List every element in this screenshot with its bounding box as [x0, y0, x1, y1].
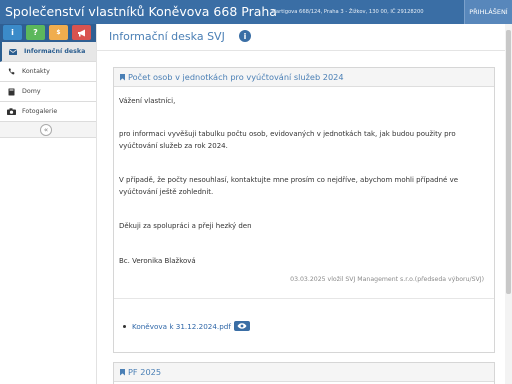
sidebar-item-informacni-deska[interactable]: Informační deska — [0, 42, 96, 62]
page-title: Informační deska SVJ — [109, 30, 225, 43]
notice-signature: Bc. Veronika Blažková — [119, 257, 196, 265]
bullet — [123, 324, 126, 328]
sidebar-collapse-bar: « — [0, 122, 96, 138]
attachment-item: Koněvova k 31.12.2024.pdf — [123, 321, 250, 331]
site-title[interactable]: Společenství vlastníků Koněvova 668 Prah… — [5, 4, 277, 19]
eye-icon[interactable] — [233, 321, 250, 331]
sidebar-item-label: Fotogalerie — [22, 108, 58, 115]
notice-header: PF 2025 — [114, 363, 494, 382]
notice-title: PF 2025 — [128, 367, 162, 377]
top-header-bar: Společenství vlastníků Koněvova 668 Prah… — [0, 0, 512, 24]
sidebar-item-label: Kontakty — [22, 68, 50, 75]
notice-greeting: Vážení vlastníci, — [119, 97, 176, 105]
notice-paragraph-line: vyúčtování služeb za rok 2024. — [119, 142, 228, 150]
bookmark-icon — [120, 368, 125, 376]
notice-paragraph-line: pro informaci vyvěšuji tabulku počtu oso… — [119, 130, 456, 138]
info-icon[interactable]: i — [239, 30, 251, 42]
sidebar: i ? $ Informační deska Kontakty Domy Fot… — [0, 24, 96, 384]
camera-icon — [6, 108, 16, 115]
sidebar-item-fotogalerie[interactable]: Fotogalerie — [0, 102, 96, 122]
notice-title: Počet osob v jednotkách pro vyúčtování s… — [128, 72, 344, 82]
login-button[interactable]: PŘIHLÁŠENÍ — [464, 0, 512, 24]
bookmark-icon — [120, 73, 125, 81]
notice-panel: PF 2025 — [113, 362, 495, 384]
notice-paragraph-line: vyúčtování ještě zohlednit. — [119, 188, 214, 196]
attachment-link[interactable]: Koněvova k 31.12.2024.pdf — [132, 322, 231, 331]
question-icon[interactable]: ? — [26, 25, 45, 40]
book-icon — [6, 88, 16, 96]
megaphone-icon[interactable] — [72, 25, 91, 40]
notice-header: Počet osob v jednotkách pro vyúčtování s… — [114, 68, 494, 87]
notice-posted-info: 03.03.2025 vložil SVJ Management s.r.o.(… — [290, 276, 484, 283]
sidebar-item-kontakty[interactable]: Kontakty — [0, 62, 96, 82]
dollar-icon[interactable]: $ — [49, 25, 68, 40]
scrollbar-thumb[interactable] — [506, 30, 511, 294]
info-icon[interactable]: i — [3, 25, 22, 40]
divider — [114, 298, 494, 299]
sidebar-item-label: Informační deska — [24, 48, 86, 55]
envelope-icon — [8, 48, 18, 55]
phone-icon — [6, 68, 16, 75]
sidebar-quick-icons: i ? $ — [0, 24, 96, 42]
notice-paragraph-line: V případě, že počty nesouhlasí, kontaktu… — [119, 176, 459, 184]
sidebar-item-domy[interactable]: Domy — [0, 82, 96, 102]
notice-panel: Počet osob v jednotkách pro vyúčtování s… — [113, 67, 495, 353]
site-address: Hartigova 668/124, Praha 3 - Žižkov, 130… — [272, 9, 424, 15]
sidebar-item-label: Domy — [22, 88, 41, 95]
collapse-sidebar-button[interactable]: « — [40, 124, 52, 136]
notice-thanks: Děkuji za spolupráci a přeji hezký den — [119, 222, 252, 230]
divider — [96, 50, 512, 51]
